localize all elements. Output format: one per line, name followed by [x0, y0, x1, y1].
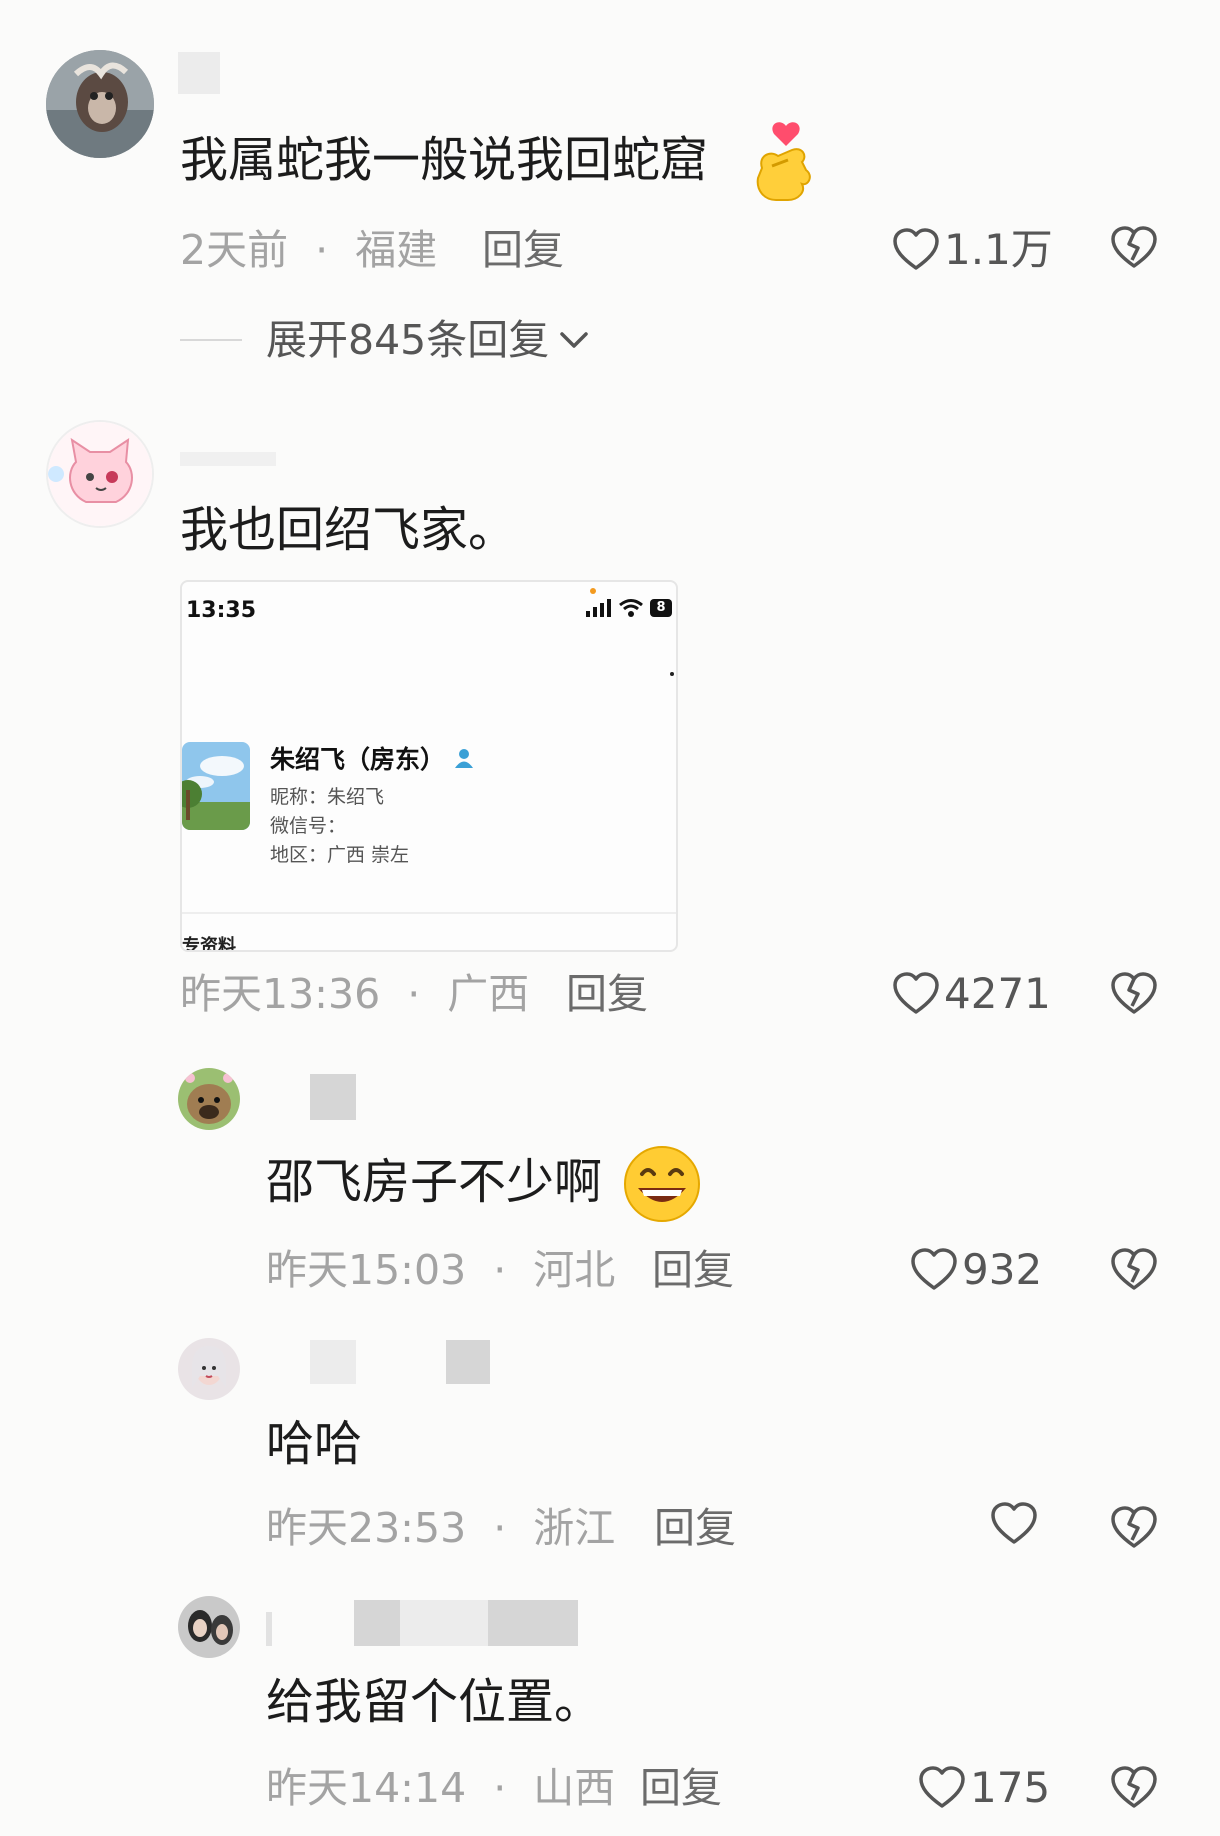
card-divider [182, 912, 676, 914]
grinning-emoji [622, 1144, 702, 1228]
avatar[interactable] [46, 420, 154, 528]
comment-meta: 2天前 · 福建 [180, 224, 437, 276]
signal-icon [586, 599, 611, 617]
reply-location: 山西 [533, 1764, 616, 1812]
reply-button[interactable]: 回复 [482, 224, 564, 276]
separator: · [493, 1246, 507, 1294]
dislike-button[interactable] [1110, 1506, 1158, 1554]
like-button[interactable] [990, 1502, 1042, 1546]
reply-button[interactable]: 回复 [566, 968, 648, 1020]
username-redacted[interactable] [178, 52, 220, 94]
divider-line [180, 339, 242, 341]
username-redacted[interactable] [446, 1340, 490, 1384]
heart-icon [911, 1248, 957, 1290]
dislike-button[interactable] [1110, 1248, 1158, 1296]
expand-replies-button[interactable]: 展开845条回复 [180, 314, 591, 366]
heart-icon [919, 1766, 965, 1808]
like-button[interactable]: 4271 [892, 968, 1051, 1020]
contact-region: 地区：广西 崇左 [270, 844, 410, 866]
separator: · [407, 970, 421, 1018]
broken-heart-icon [1111, 1766, 1157, 1808]
reply-meta: 昨天15:03 · 河北 [266, 1244, 615, 1296]
heart-icon [893, 972, 939, 1014]
comment-meta: 昨天13:36 · 广西 [180, 968, 529, 1020]
reply-text: 哈哈 [266, 1416, 363, 1472]
reply-meta: 昨天23:53 · 浙江 [266, 1502, 615, 1554]
contact-avatar [182, 742, 250, 830]
person-icon [455, 749, 474, 768]
like-button[interactable]: 932 [910, 1244, 1042, 1296]
avatar[interactable] [178, 1068, 240, 1130]
heart-icon [991, 1502, 1037, 1544]
username-redacted[interactable] [310, 1074, 356, 1120]
username-redacted[interactable] [266, 1612, 272, 1646]
comment-location: 广西 [447, 970, 530, 1018]
like-count: 932 [962, 1245, 1043, 1294]
username-redacted[interactable] [354, 1600, 400, 1646]
like-button[interactable]: 175 [918, 1762, 1050, 1814]
like-count: 175 [970, 1763, 1051, 1812]
orange-dot [590, 588, 596, 594]
comment-text: 我也回绍飞家。 [180, 502, 517, 558]
reply-meta: 昨天14:14 · 山西 [266, 1762, 615, 1814]
broken-heart-icon [1111, 1248, 1157, 1290]
dislike-button[interactable] [1110, 972, 1158, 1020]
attached-image[interactable]: 13:35 8 朱绍飞（房东） 昵称：朱绍飞 微信号： 地区：广西 崇左 专资料 [180, 580, 678, 952]
broken-heart-icon [1111, 972, 1157, 1014]
expand-replies-label: 展开845条回复 [266, 316, 550, 364]
broken-heart-icon [1111, 1506, 1157, 1548]
separator: · [315, 226, 329, 274]
contact-wechat-id: 微信号： [270, 815, 347, 837]
comment-time: 昨天13:36 [180, 970, 381, 1018]
status-icons: 8 [586, 598, 672, 618]
reply-button[interactable]: 回复 [640, 1762, 722, 1814]
reply-time: 昨天15:03 [266, 1246, 467, 1294]
username-redacted[interactable] [310, 1340, 356, 1384]
separator: · [493, 1764, 507, 1812]
reply-time: 昨天23:53 [266, 1504, 467, 1552]
comment-text: 我属蛇我一般说我回蛇窟 [180, 132, 709, 188]
reply-text: 给我留个位置。 [266, 1674, 603, 1730]
reply-text: 邵飞房子不少啊 [266, 1154, 603, 1210]
like-count: 4271 [944, 969, 1051, 1018]
menu-dot [670, 672, 674, 676]
card-footer-text: 专资料 [182, 936, 236, 952]
reply-location: 河北 [533, 1246, 616, 1294]
username-redacted[interactable] [488, 1600, 578, 1646]
comment-time: 2天前 [180, 226, 289, 274]
like-count: 1.1万 [944, 225, 1053, 274]
heart-icon [893, 228, 939, 270]
comment-location: 福建 [355, 226, 438, 274]
separator: · [493, 1504, 507, 1552]
username-redacted[interactable] [180, 452, 276, 466]
status-time: 13:35 [186, 598, 257, 623]
battery-icon: 8 [650, 599, 672, 617]
username-redacted[interactable] [400, 1600, 488, 1646]
finger-heart-emoji [748, 120, 818, 210]
chevron-down-icon [560, 332, 589, 348]
reply-button[interactable]: 回复 [654, 1502, 736, 1554]
wifi-icon [619, 599, 643, 617]
avatar[interactable] [178, 1596, 240, 1658]
dislike-button[interactable] [1110, 226, 1158, 274]
reply-location: 浙江 [533, 1504, 616, 1552]
dislike-button[interactable] [1110, 1766, 1158, 1814]
like-button[interactable]: 1.1万 [892, 224, 1053, 276]
avatar[interactable] [178, 1338, 240, 1400]
contact-nickname: 昵称：朱绍飞 [270, 786, 385, 808]
reply-button[interactable]: 回复 [652, 1244, 734, 1296]
broken-heart-icon [1111, 226, 1157, 268]
avatar[interactable] [46, 50, 154, 158]
contact-name: 朱绍飞（房东） [270, 740, 475, 776]
reply-time: 昨天14:14 [266, 1764, 467, 1812]
